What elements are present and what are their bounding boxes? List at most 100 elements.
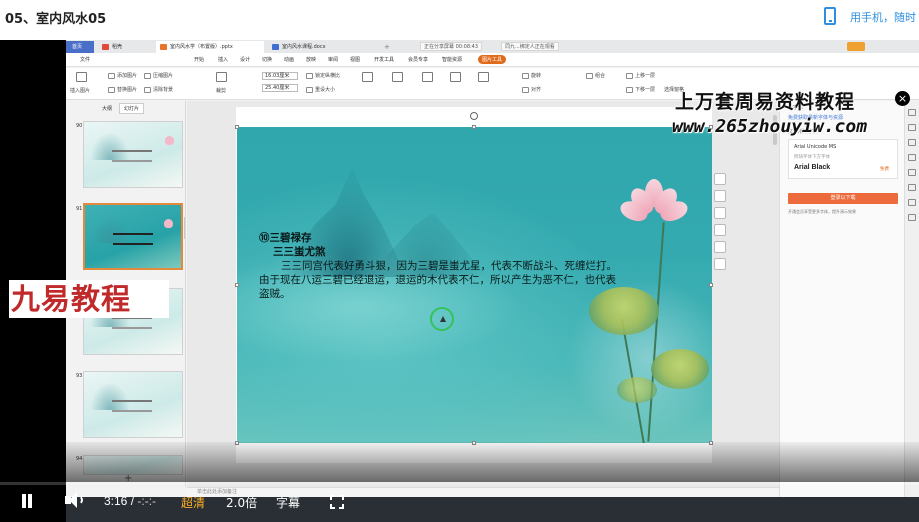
menu-home[interactable]: 开始 [194,56,204,63]
floating-toolbar [714,173,728,275]
menu-slideshow[interactable]: 放映 [306,56,316,63]
tab-pptx[interactable]: 室内风水学（布置版）.pptx [156,41,264,53]
bring-forward-button[interactable]: 上移一层 [626,72,655,79]
send-backward-label: 下移一层 [635,87,656,93]
current-time: 3:16 [104,494,128,508]
menu-member[interactable]: 会员专享 [408,56,428,63]
resize-handle[interactable] [235,283,239,287]
rotate-button[interactable]: 旋转 [522,72,541,79]
tab-templates[interactable]: 稻壳 [98,41,152,53]
clock-icon[interactable] [908,169,916,176]
font-card[interactable]: Arial Unicode MS 所缺字体下方字体 Arial Black 免费 [788,139,898,179]
tab-outline[interactable]: 大纲 [98,104,116,113]
tab-home[interactable]: 首页 [66,41,94,53]
location-icon[interactable] [908,199,916,206]
more-icon[interactable] [714,258,726,270]
replace-image-button[interactable]: 替换图片 [108,86,137,93]
picture-color-icon[interactable] [450,72,461,82]
crop-icon[interactable] [216,72,227,82]
copy-icon[interactable] [908,154,916,161]
mobile-watch-link[interactable]: 用手机，随时 [850,9,916,25]
picture-layout-icon[interactable] [478,72,489,82]
tab-templates-label: 稻壳 [112,44,123,50]
text-icon[interactable] [908,214,916,221]
menu-transition[interactable]: 切换 [262,56,272,63]
resize-handle[interactable] [235,125,239,129]
clear-background-button[interactable]: 清除背景 [144,86,173,93]
copy-icon[interactable] [714,241,726,253]
menu-developer[interactable]: 开发工具 [374,56,394,63]
height-input[interactable]: 16.03厘米 [262,72,298,80]
picture-style-icon[interactable] [362,72,373,82]
crop-button[interactable]: 裁剪 [216,87,226,94]
thumbnail-lotus [165,136,174,145]
replace-image-icon [108,86,115,93]
menu-animation[interactable]: 动画 [284,56,294,63]
new-tab-icon[interactable]: + [384,43,390,51]
menu-insert[interactable]: 插入 [218,56,228,63]
subtitle-button[interactable]: 字幕 [276,494,300,511]
watermark-url: www.265zhouyiw.com [672,116,868,137]
picture-border-icon[interactable] [422,72,433,82]
pause-icon[interactable] [20,494,34,510]
tab-docx-label: 室内风水课程.docx [282,44,326,50]
video-player[interactable]: 首页 稻壳 室内风水学（布置版）.pptx 室内风水课程.docx + 正在分享… [0,40,919,522]
thumbnail-tabs: 大纲 幻灯片 [98,103,147,114]
group-button[interactable]: 组合 [586,72,605,79]
tab-slides[interactable]: 幻灯片 [119,103,145,114]
layers-icon[interactable] [714,173,726,185]
menu-design[interactable]: 设计 [240,56,250,63]
effect-icon[interactable] [714,224,726,236]
speed-button[interactable]: 2.0倍 [226,494,257,511]
lotus-flower [617,177,691,227]
share-icon[interactable] [908,184,916,191]
menu-file[interactable]: 文件 [80,56,90,63]
quality-button[interactable]: 超清 [181,494,205,511]
crop-tool-icon[interactable] [714,207,726,219]
download-font-button[interactable]: 登录以下载 [788,193,898,204]
slide-thumbnail[interactable] [83,371,183,438]
picture-effect-icon[interactable] [392,72,403,82]
font-card-line2: 所缺字体下方字体 [794,155,830,160]
slide-text-box[interactable]: ⑩三碧禄存 三三蚩尤煞 三三同宫代表好勇斗狠，因为三碧是蚩尤星，代表不断战斗、死… [259,231,619,301]
rotate-handle-icon[interactable] [470,112,478,120]
page-header: 05、室内风水05 用手机，随时 [0,0,919,32]
width-input[interactable]: 25.40厘米 [262,84,298,92]
menu-review[interactable]: 审阅 [328,56,338,63]
close-icon[interactable]: × [895,91,910,106]
reset-size-icon [306,86,313,93]
insert-image-button[interactable]: 插入图片 [70,87,90,94]
slide-thumbnail[interactable] [83,121,183,188]
user-avatar[interactable] [847,42,865,51]
volume-icon[interactable] [64,491,86,511]
menu-view[interactable]: 视图 [350,56,360,63]
gear-icon[interactable] [908,139,916,146]
slide-image[interactable]: ⑩三碧禄存 三三蚩尤煞 三三同宫代表好勇斗狠，因为三碧是蚩尤星，代表不断战斗、死… [237,127,712,443]
send-backward-button[interactable]: 下移一层 [626,86,655,93]
align-button[interactable]: 对齐 [522,86,541,93]
thumbnail-text-lines [112,317,152,329]
insert-image-icon[interactable] [76,72,87,82]
compress-image-button[interactable]: 压缩图片 [144,72,173,79]
resize-handle[interactable] [472,125,476,129]
group-label: 组合 [595,73,606,79]
reset-size-button[interactable]: 重设大小 [306,86,335,93]
thumbnail-scrollbar[interactable] [184,217,185,239]
player-controls [0,442,919,482]
slide-number: 93 [76,373,83,379]
menu-picture-tools[interactable]: 图片工具 [478,55,507,64]
mobile-phone-icon[interactable] [824,7,836,25]
fullscreen-icon[interactable] [330,495,344,509]
slide-thumbnail-selected[interactable] [83,203,183,270]
wps-menu-bar: 文件 开始 插入 设计 切换 动画 放映 审阅 视图 开发工具 会员专享 智能资… [66,53,919,67]
menu-resources[interactable]: 智能资源 [442,56,462,63]
add-image-button[interactable]: 添加图片 [108,72,137,79]
time-display: 3:16 / -:-:- [104,494,156,508]
clear-bg-label: 清除背景 [153,87,174,93]
zoom-icon[interactable] [714,190,726,202]
thumbnail-text-lines [112,400,152,412]
tab-docx[interactable]: 室内风水课程.docx [268,41,378,53]
resize-handle[interactable] [709,283,713,287]
progress-bar[interactable] [0,482,919,485]
lock-ratio-checkbox[interactable]: 锁定纵横比 [306,72,340,79]
